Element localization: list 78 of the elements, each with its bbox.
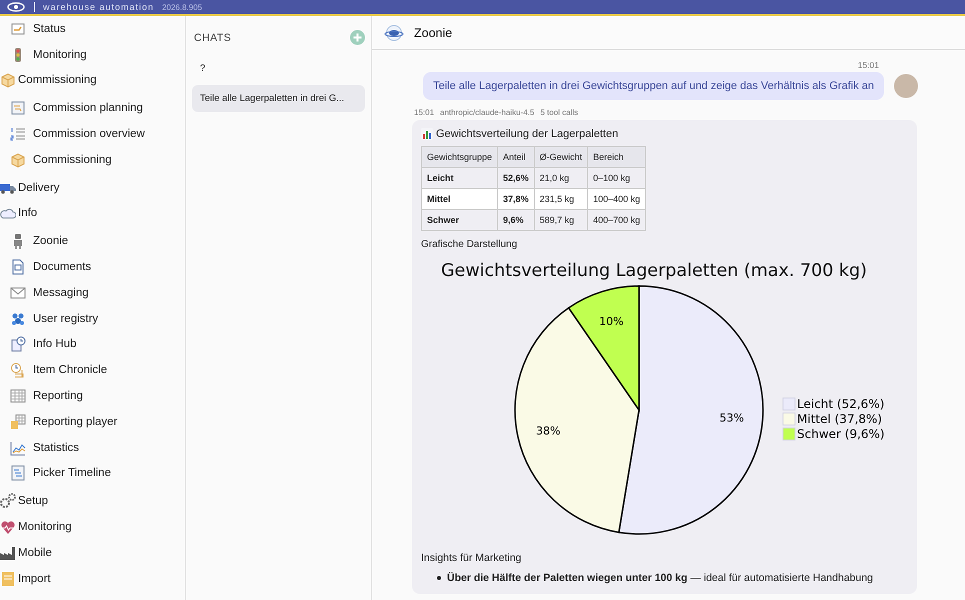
table-cell: Mittel: [422, 188, 498, 210]
chat-item[interactable]: ?: [192, 55, 365, 82]
clock-document-icon: [10, 336, 26, 352]
nav-item[interactable]: Item Chronicle: [0, 357, 185, 384]
document-icon: [10, 259, 26, 276]
bullet-dot: [437, 576, 441, 580]
nav-item[interactable]: Statistics: [0, 434, 185, 461]
nav-item[interactable]: Picker Timeline: [0, 460, 185, 486]
nav-item[interactable]: Commissioning: [0, 146, 185, 173]
product-name: warehouse automation: [43, 2, 154, 12]
reply-heading: Gewichtsverteilung der Lagerpaletten: [436, 128, 618, 140]
people-icon: [10, 310, 26, 327]
chats-heading: CHATS: [194, 32, 232, 44]
planet-icon: [384, 24, 404, 42]
nav-item[interactable]: Commission overview: [0, 121, 185, 147]
bar-chart-icon: [421, 128, 433, 140]
table-cell: 37,8%: [498, 188, 534, 210]
chart-board-icon: [10, 100, 26, 116]
column-header: Gewichtsgruppe: [422, 146, 498, 168]
nav-group[interactable]: Setup: [0, 488, 185, 514]
nav-item[interactable]: Commission planning: [0, 95, 185, 122]
nav-item[interactable]: Reporting player: [0, 408, 185, 435]
box-icon: [10, 152, 26, 168]
chart-title: Gewichtsverteilung Lagerpaletten (max. 700 kg): [441, 260, 867, 282]
table-cell: Schwer: [422, 210, 498, 230]
table-stack-icon: [10, 414, 26, 430]
nav-item[interactable]: Info Hub: [0, 332, 185, 358]
nav-item[interactable]: Documents: [0, 254, 185, 280]
table-cell: 100–400 kg: [588, 188, 646, 210]
line-chart-icon: [10, 440, 26, 456]
nav-item[interactable]: Zoonie: [0, 228, 185, 254]
clock-icon: [10, 362, 26, 378]
slice-value-label: 53%: [719, 412, 744, 425]
gears-icon: [0, 493, 16, 510]
version-label: 2026.8.905: [162, 2, 202, 12]
avatar: [894, 74, 918, 98]
legend-label: Leicht (52,6%): [797, 397, 884, 411]
table-icon: [10, 388, 26, 404]
slice-value-label: 38%: [536, 424, 560, 438]
nav-group[interactable]: Mobile: [0, 540, 185, 566]
nav-item[interactable]: Messaging: [0, 280, 185, 306]
nav-group[interactable]: Delivery: [0, 174, 185, 201]
status-icon: [10, 20, 26, 37]
table-cell: 589,7 kg: [534, 210, 588, 230]
column-header: Bereich: [588, 146, 646, 168]
table-cell: 400–700 kg: [588, 210, 646, 230]
nav-group[interactable]: Info: [0, 200, 185, 226]
chart-caption: Grafische Darstellung: [421, 239, 518, 250]
insight-text: Über die Hälfte der Paletten wiegen unter 100 kg — ideal für automatisierte Handhabung: [447, 572, 874, 584]
logo-icon: [6, 1, 26, 13]
nav-group[interactable]: Monitoring: [0, 514, 185, 540]
nav-group[interactable]: Commissioning: [0, 68, 185, 94]
chat-title: Zoonie: [414, 26, 452, 40]
chat-item[interactable]: Teile alle Lagerpaletten in drei G...: [192, 85, 365, 112]
table-cell: 231,5 kg: [534, 188, 588, 210]
column-header: Ø-Gewicht: [534, 146, 588, 168]
timeline-icon: [10, 465, 26, 482]
numbered-list-icon: [10, 126, 26, 142]
nav-item[interactable]: Status: [0, 16, 185, 42]
message-time: 15:01: [858, 60, 879, 70]
table-cell: 9,6%: [498, 210, 534, 230]
nav-item[interactable]: User registry: [0, 306, 185, 332]
factory-icon: [0, 544, 16, 561]
envelope-icon: [10, 284, 26, 301]
nav-group[interactable]: Import: [0, 566, 185, 592]
nav-item[interactable]: Monitoring: [0, 42, 185, 68]
user-message: Teile alle Lagerpaletten in drei Gewichtsgruppen auf und zeige das Verhältnis als Grafik an: [423, 72, 884, 100]
legend-label: Mittel (37,8%): [797, 412, 882, 426]
box-icon: [0, 72, 16, 88]
model-label: anthropic/claude-haiku-4.5: [440, 108, 534, 117]
message-time: 15:01: [414, 108, 434, 117]
tool-calls-label: 5 tool calls: [540, 108, 578, 117]
column-header: Anteil: [498, 146, 534, 168]
add-icon[interactable]: [350, 30, 365, 45]
slice-value-label: 10%: [599, 315, 624, 328]
insights-heading: Insights für Marketing: [421, 552, 522, 564]
nav-item[interactable]: Reporting: [0, 383, 185, 409]
legend-label: Schwer (9,6%): [797, 427, 885, 441]
